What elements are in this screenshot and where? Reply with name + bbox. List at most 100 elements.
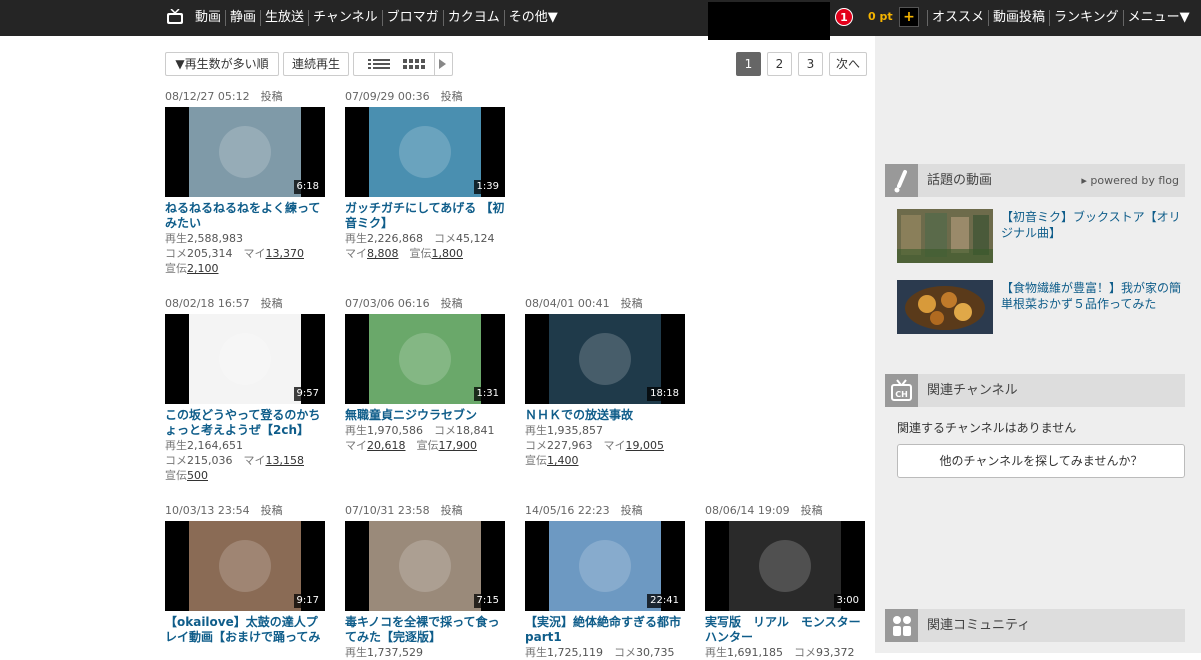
sidebar xyxy=(875,36,1201,653)
related-channel-title: 関連チャンネル xyxy=(927,383,1018,398)
video-stats: 再生2,164,651 xyxy=(165,439,243,452)
page-3[interactable]: 3 xyxy=(798,52,823,76)
video-card: 07/03/06 06:16 投稿 1:31 無職童貞ニジウラセブン 再生1,970,… xyxy=(345,296,515,453)
video-post-date: 07/03/06 06:16 投稿 xyxy=(345,297,463,310)
video-title-link[interactable]: ガッチガチにしてあげる 【初音ミク】 xyxy=(345,201,505,231)
ads-count-link[interactable]: 1,800 xyxy=(432,247,464,260)
video-title-link[interactable]: ＮＨＫでの放送事故 xyxy=(525,408,685,423)
nav-video[interactable]: 動画 xyxy=(191,0,225,36)
video-title-link[interactable]: 【実況】絶体絶命すぎる都市part1 xyxy=(525,615,685,645)
video-stats: 宣伝2,100 xyxy=(165,262,219,275)
video-post-date: 07/10/31 23:58 投稿 xyxy=(345,504,463,517)
ads-count-link[interactable]: 2,100 xyxy=(187,262,219,275)
video-stats: コメ215,036 マイ13,158 xyxy=(165,454,305,467)
video-stats: マイ20,618 宣伝17,900 xyxy=(345,439,478,452)
nav-seiga[interactable]: 静画 xyxy=(226,0,260,36)
nav-right: オススメ 動画投稿 ランキング メニュー▼ xyxy=(927,0,1194,36)
hot-video-title[interactable]: 【初音ミク】ブックストア【オリジナル曲】 xyxy=(1001,209,1185,241)
video-post-date: 08/12/27 05:12 投稿 xyxy=(165,90,283,103)
video-duration: 9:57 xyxy=(293,387,322,401)
video-card: 08/12/27 05:12 投稿 6:18 ねるねるねるねをよく練ってみたい 再生2… xyxy=(165,89,335,276)
video-duration: 22:41 xyxy=(647,594,682,608)
view-divider xyxy=(434,53,435,75)
video-post-date: 08/04/01 00:41 投稿 xyxy=(525,297,643,310)
nav-other-menu[interactable]: その他▼ xyxy=(505,0,562,36)
video-duration: 6:18 xyxy=(293,180,322,194)
video-thumbnail[interactable]: 18:18 xyxy=(525,314,685,404)
nav-menu[interactable]: メニュー▼ xyxy=(1124,0,1194,36)
buy-points-button[interactable]: + xyxy=(899,7,919,27)
nav-recommend[interactable]: オススメ xyxy=(928,0,988,36)
video-duration: 1:31 xyxy=(473,387,502,401)
page-1[interactable]: 1 xyxy=(736,52,761,76)
find-channel-button[interactable]: 他のチャンネルを探してみませんか？ xyxy=(897,444,1185,478)
hot-video-thumbnail[interactable] xyxy=(897,280,993,334)
video-card: 14/05/16 22:23 投稿 22:41 【実況】絶体絶命すぎる都市part1… xyxy=(525,503,695,660)
video-duration: 18:18 xyxy=(647,387,682,401)
related-community-title: 関連コミュニティ xyxy=(927,618,1031,633)
video-stats: 再生2,588,983 xyxy=(165,232,243,245)
nav-live[interactable]: 生放送 xyxy=(261,0,308,36)
mylist-count-link[interactable]: 13,370 xyxy=(266,247,305,260)
sort-dropdown[interactable]: ▼再生数が多い順 xyxy=(165,52,279,76)
video-title-link[interactable]: 無職童貞ニジウラセブン xyxy=(345,408,505,423)
video-card: 07/09/29 00:36 投稿 1:39 ガッチガチにしてあげる 【初音ミク】再… xyxy=(345,89,515,261)
points-label: 0 pt xyxy=(868,10,893,23)
video-stats: 宣伝1,400 xyxy=(525,454,579,467)
mylist-count-link[interactable]: 8,808 xyxy=(367,247,399,260)
pagination: 1 2 3 次へ xyxy=(736,52,868,76)
video-thumbnail[interactable]: 9:17 xyxy=(165,521,325,611)
related-channel-header: CH 関連チャンネル xyxy=(885,374,1185,407)
nav-upload[interactable]: 動画投稿 xyxy=(989,0,1049,36)
video-card: 08/04/01 00:41 投稿 18:18 ＮＨＫでの放送事故 再生1,935,8… xyxy=(525,296,695,468)
next-page-button[interactable]: 次へ xyxy=(829,52,868,76)
ads-count-link[interactable]: 500 xyxy=(187,469,208,482)
mylist-count-link[interactable]: 20,618 xyxy=(367,439,406,452)
video-title-link[interactable]: ねるねるねるねをよく練ってみたい xyxy=(165,201,325,231)
video-thumbnail[interactable]: 6:18 xyxy=(165,107,325,197)
video-stats: 宣伝500 xyxy=(165,469,208,482)
video-thumbnail[interactable]: 3:00 xyxy=(705,521,865,611)
nav-channel[interactable]: チャンネル xyxy=(309,0,382,36)
video-duration: 3:00 xyxy=(833,594,862,608)
play-icon[interactable] xyxy=(439,59,446,69)
list-view-icon[interactable] xyxy=(368,59,390,69)
video-thumbnail[interactable]: 1:39 xyxy=(345,107,505,197)
mylist-count-link[interactable]: 19,005 xyxy=(626,439,665,452)
video-title-link[interactable]: 毒キノコを全裸で採って食ってみた【完逐版】 xyxy=(345,615,505,645)
video-thumbnail[interactable]: 22:41 xyxy=(525,521,685,611)
community-icon xyxy=(885,609,918,642)
video-title-link[interactable]: 【okailove】太鼓の達人プレイ動画【おまけで踊ってみた】 xyxy=(165,615,325,645)
video-thumbnail[interactable]: 1:31 xyxy=(345,314,505,404)
view-mode-toggle xyxy=(353,52,453,76)
video-title-link[interactable]: この坂どうやって登るのかちょっと考えようぜ【2ch】 xyxy=(165,408,325,438)
video-duration: 7:15 xyxy=(473,594,502,608)
continuous-play-button[interactable]: 連続再生 xyxy=(283,52,349,76)
nav-kakuyomu[interactable]: カクヨム xyxy=(444,0,504,36)
ads-count-link[interactable]: 17,900 xyxy=(439,439,478,452)
global-header: 動画 静画 生放送 チャンネル ブロマガ カクヨム その他▼ 1 0 pt + … xyxy=(0,0,1201,40)
powered-by-flog-link[interactable]: ▸ powered by flog xyxy=(1081,164,1179,197)
video-title-link[interactable]: 実写版 リアル モンスターハンター xyxy=(705,615,865,645)
mylist-count-link[interactable]: 13,158 xyxy=(266,454,305,467)
video-stats: 再生1,970,586 コメ18,841 xyxy=(345,424,495,437)
notification-badge[interactable]: 1 xyxy=(835,8,853,26)
video-post-date: 07/09/29 00:36 投稿 xyxy=(345,90,463,103)
hot-video-thumbnail[interactable] xyxy=(897,209,993,263)
hot-video-icon xyxy=(885,164,918,197)
user-area[interactable] xyxy=(708,2,830,40)
video-stats: マイ8,808 宣伝1,800 xyxy=(345,247,464,260)
video-thumbnail[interactable]: 9:57 xyxy=(165,314,325,404)
related-community-header: 関連コミュニティ xyxy=(885,609,1185,642)
nav-ranking[interactable]: ランキング xyxy=(1050,0,1123,36)
video-card: 08/02/18 16:57 投稿 9:57 この坂どうやって登るのかちょっと考えよ… xyxy=(165,296,335,483)
nav-blomaga[interactable]: ブロマガ xyxy=(383,0,443,36)
svg-text:CH: CH xyxy=(895,390,908,399)
niconico-tv-icon[interactable] xyxy=(166,9,184,25)
video-thumbnail[interactable]: 7:15 xyxy=(345,521,505,611)
page-2[interactable]: 2 xyxy=(767,52,792,76)
video-post-date: 14/05/16 22:23 投稿 xyxy=(525,504,643,517)
ads-count-link[interactable]: 1,400 xyxy=(547,454,579,467)
hot-video-title[interactable]: 【食物繊維が豊富！】我が家の簡単根菜おかず５品作ってみた xyxy=(1001,280,1185,312)
grid-view-icon[interactable] xyxy=(403,59,425,69)
